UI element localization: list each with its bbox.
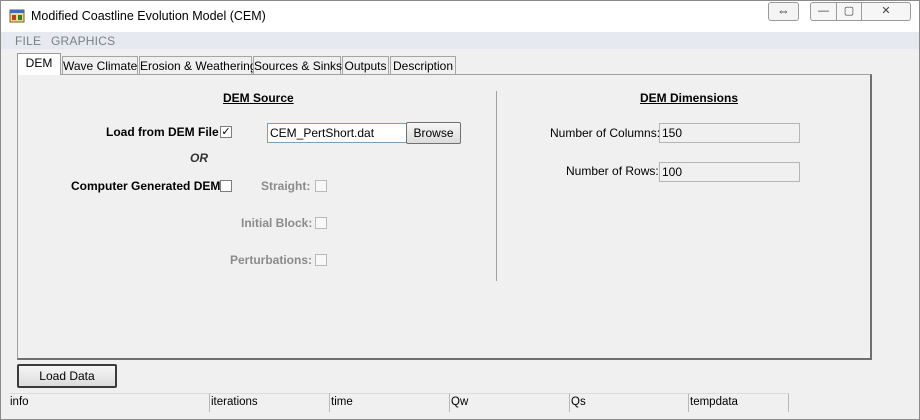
status-iterations: iterations (210, 393, 330, 412)
status-qw: Qw (450, 393, 570, 412)
title-bar[interactable]: Modified Coastline Evolution Model (CEM)… (1, 1, 919, 32)
maximize-button[interactable]: ▢ (836, 2, 862, 21)
tab-erosion-weathering[interactable]: Erosion & Weathering (139, 56, 257, 76)
rows-label: Number of Rows: (566, 164, 659, 178)
or-label: OR (190, 151, 208, 165)
straight-checkbox[interactable] (315, 180, 327, 192)
dem-dimensions-heading: DEM Dimensions (640, 91, 739, 105)
window-title: Modified Coastline Evolution Model (CEM) (31, 9, 266, 23)
status-qs: Qs (570, 393, 689, 412)
columns-field[interactable]: 150 (659, 123, 800, 143)
section-divider (496, 91, 497, 281)
tab-description[interactable]: Description (390, 56, 456, 76)
close-button[interactable]: ✕ (861, 2, 911, 21)
perturbations-checkbox[interactable] (315, 254, 327, 266)
menu-graphics[interactable]: GRAPHICS (51, 34, 115, 48)
menu-bar: FILE GRAPHICS (1, 32, 919, 49)
dem-source-heading: DEM Source (223, 91, 294, 105)
dem-tab-panel: DEM Source Load from DEM File ✓ CEM_Pert… (17, 74, 872, 360)
tab-wave-climate[interactable]: Wave Climate (62, 56, 138, 76)
app-window: Modified Coastline Evolution Model (CEM)… (0, 0, 920, 420)
arrows-horizontal-icon[interactable]: ⇔ (768, 2, 799, 21)
minimize-button[interactable]: — (810, 2, 837, 21)
load-from-file-checkbox[interactable]: ✓ (220, 126, 232, 138)
initial-block-label: Initial Block: (241, 216, 313, 230)
load-data-button[interactable]: Load Data (17, 364, 117, 388)
app-window-icon (9, 9, 25, 23)
browse-button[interactable]: Browse (406, 122, 461, 144)
columns-label: Number of Columns: (550, 126, 661, 140)
status-time: time (330, 393, 450, 412)
tab-dem[interactable]: DEM (17, 53, 61, 75)
caption-buttons: — ▢ ✕ (810, 2, 914, 21)
initial-block-checkbox[interactable] (315, 217, 327, 229)
status-bar: info iterations time Qw Qs tempdata (1, 393, 919, 413)
tab-sources-sinks[interactable]: Sources & Sinks (253, 56, 342, 76)
computer-generated-checkbox[interactable] (220, 180, 232, 192)
status-tempdata: tempdata (689, 393, 789, 412)
rows-field[interactable]: 100 (659, 162, 800, 182)
straight-label: Straight: (261, 179, 311, 193)
tab-outputs[interactable]: Outputs (342, 56, 389, 76)
status-info: info (9, 393, 210, 412)
perturbations-label: Perturbations: (230, 253, 313, 267)
dem-file-input[interactable]: CEM_PertShort.dat (267, 123, 407, 143)
computer-generated-label: Computer Generated DEM (71, 179, 221, 193)
menu-file[interactable]: FILE (15, 34, 41, 48)
load-from-file-label: Load from DEM File (106, 125, 219, 139)
